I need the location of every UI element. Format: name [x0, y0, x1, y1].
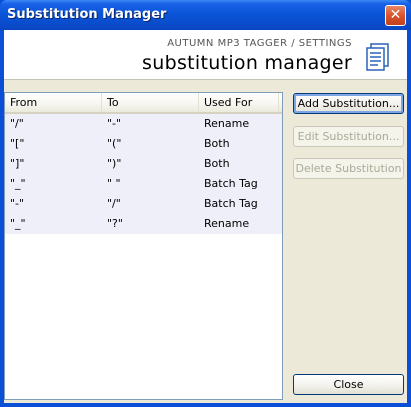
cell-to: "/"	[107, 197, 121, 210]
list-header: From To Used For	[5, 93, 282, 114]
cell-to: "?"	[107, 217, 123, 230]
title-bar[interactable]: Substitution Manager ✕	[0, 0, 411, 30]
cell-from: "_"	[10, 217, 26, 230]
document-list-icon	[366, 43, 389, 71]
cell-from: "_"	[10, 177, 26, 190]
cell-used-for: Rename	[204, 217, 250, 230]
cell-used-for: Both	[204, 137, 230, 150]
delete-substitution-button[interactable]: Delete Substitution	[293, 158, 404, 179]
window-title: Substitution Manager	[7, 7, 167, 22]
cell-to: ")"	[107, 157, 122, 170]
cell-used-for: Both	[204, 157, 230, 170]
table-row[interactable]: "/" "-" Rename	[5, 114, 282, 134]
page-title: substitution manager	[142, 52, 352, 74]
dialog-header: AUTUMN MP3 TAGGER / SETTINGS substitutio…	[4, 30, 407, 80]
dialog-body: AUTUMN MP3 TAGGER / SETTINGS substitutio…	[4, 30, 407, 403]
close-button[interactable]: Close	[293, 374, 404, 395]
column-header-to[interactable]: To	[102, 93, 199, 112]
breadcrumb: AUTUMN MP3 TAGGER / SETTINGS	[167, 38, 352, 49]
cell-from: "/"	[10, 117, 24, 130]
cell-used-for: Batch Tag	[204, 177, 258, 190]
cell-from: "["	[10, 137, 25, 150]
cell-from: "]"	[10, 157, 25, 170]
table-row[interactable]: "[" "(" Both	[5, 134, 282, 154]
add-substitution-button[interactable]: Add Substitution...	[293, 93, 404, 114]
cell-used-for: Rename	[204, 117, 250, 130]
close-window-button[interactable]: ✕	[385, 5, 406, 26]
table-row[interactable]: "_" " " Batch Tag	[5, 174, 282, 194]
substitution-list[interactable]: From To Used For "/" "-" Rename "[" "(" …	[4, 92, 283, 400]
cell-to: " "	[107, 177, 121, 190]
table-row[interactable]: "]" ")" Both	[5, 154, 282, 174]
column-header-used-for[interactable]: Used For	[199, 93, 279, 112]
cell-from: "-"	[10, 197, 25, 210]
close-icon: ✕	[389, 7, 402, 23]
edit-substitution-button[interactable]: Edit Substitution...	[293, 126, 404, 147]
column-header-from[interactable]: From	[5, 93, 102, 112]
substitution-manager-window: Substitution Manager ✕ AUTUMN MP3 TAGGER…	[0, 0, 411, 407]
table-row[interactable]: "_" "?" Rename	[5, 214, 282, 234]
table-row[interactable]: "-" "/" Batch Tag	[5, 194, 282, 214]
cell-to: "-"	[107, 117, 122, 130]
cell-to: "("	[107, 137, 122, 150]
cell-used-for: Batch Tag	[204, 197, 258, 210]
